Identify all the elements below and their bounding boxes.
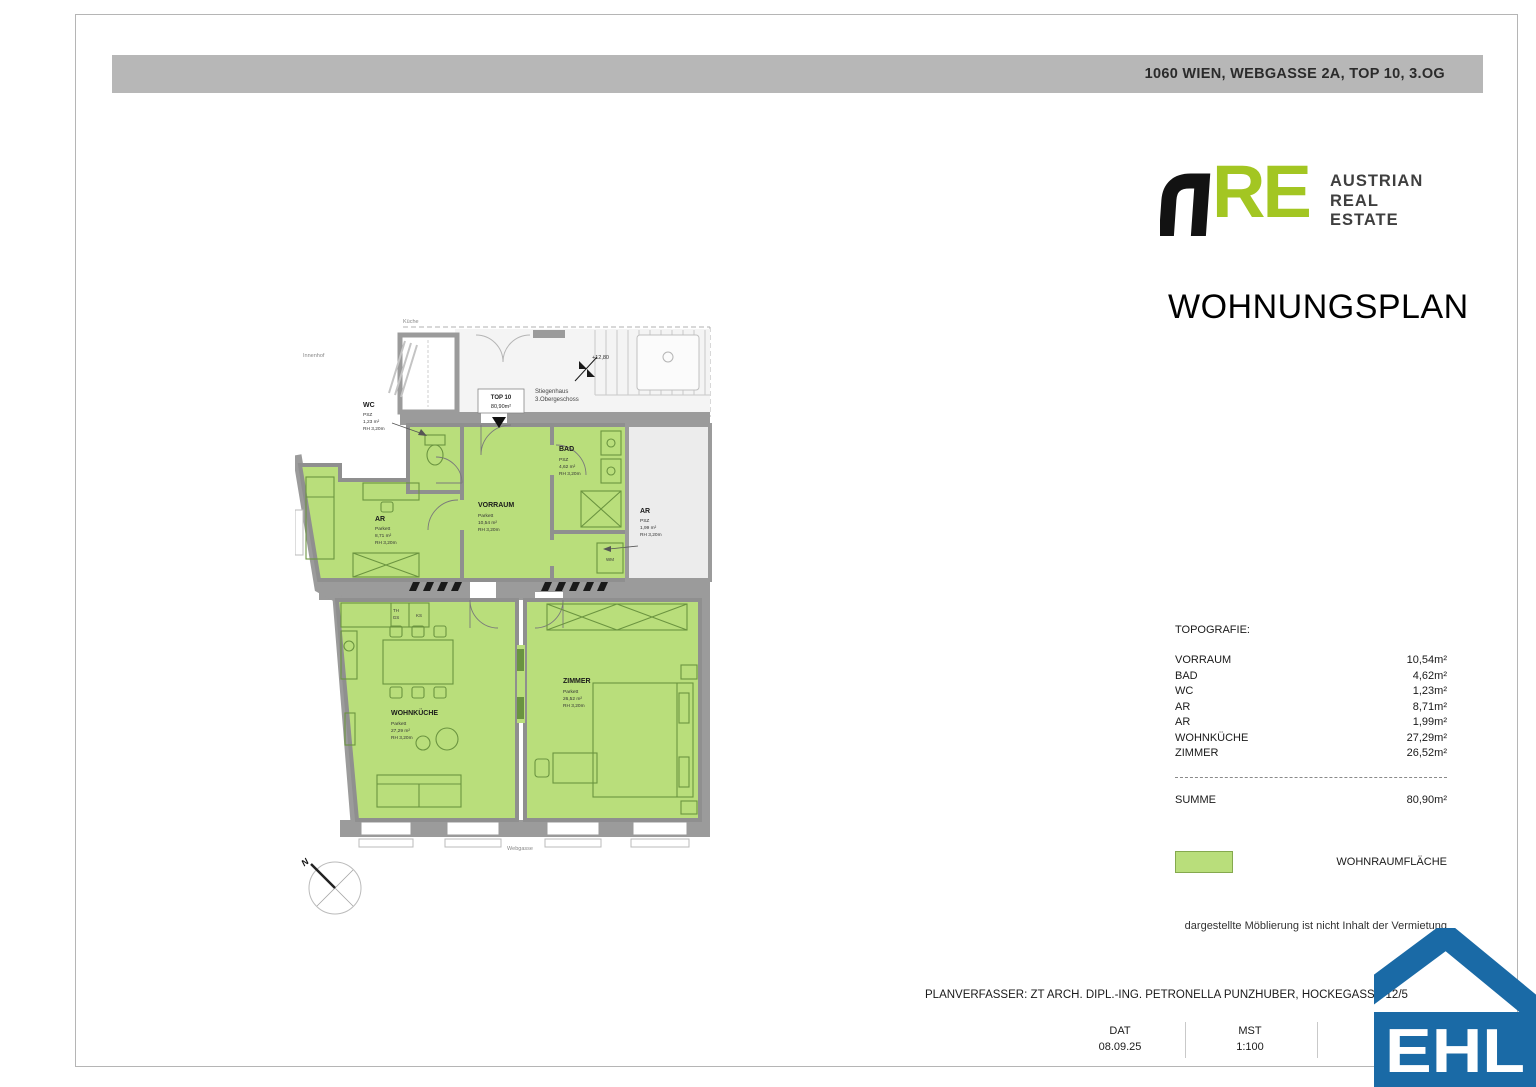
row-value: 1,23m²: [1413, 685, 1447, 701]
vorraum-height: RH 3,20m: [478, 527, 500, 533]
legend-label: WOHNRAUMFLÄCHE: [1336, 856, 1447, 868]
room-bad: [552, 425, 627, 532]
bad-height: RH 3,20m: [559, 471, 581, 477]
mst-value: 1:100: [1190, 1039, 1310, 1055]
row-value: 8,71m²: [1413, 701, 1447, 717]
wc-height: RH 3,20m: [363, 426, 385, 432]
bad-area: 4,62 m²: [559, 464, 576, 470]
table-separator: [1175, 777, 1447, 778]
ar2-floor: PSZ: [640, 518, 649, 524]
row-label: VORRAUM: [1175, 654, 1231, 670]
zimmer-area: 26,52 m²: [563, 696, 582, 702]
webgasse-label: Webgasse: [507, 846, 533, 852]
zimmer-name: ZIMMER: [563, 678, 591, 685]
row-value: 4,62m²: [1413, 670, 1447, 686]
bad-floor: PSZ: [559, 457, 568, 463]
summe-label: SUMME: [1175, 794, 1216, 806]
are-word-estate: ESTATE: [1330, 211, 1423, 231]
row-value: 10,54m²: [1407, 654, 1447, 670]
table-row: AR 8,71m²: [1175, 701, 1447, 717]
ehl-roof-icon: [1374, 936, 1536, 1020]
header-address-bar: 1060 WIEN, WEBGASSE 2A, TOP 10, 3.OG: [112, 55, 1483, 93]
row-label: WC: [1175, 685, 1193, 701]
th-label: TH: [393, 608, 399, 613]
footer-divider: [1185, 1022, 1186, 1058]
footer-col-mst: MST 1:100: [1190, 1023, 1310, 1055]
elevation-value: +12,80: [592, 355, 609, 361]
ar1-floor: Parkett: [375, 526, 391, 532]
top10-line1: TOP 10: [491, 395, 512, 401]
row-label: AR: [1175, 716, 1190, 732]
vorraum-floor: Parkett: [478, 513, 494, 519]
row-label: WOHNKÜCHE: [1175, 732, 1248, 748]
obergeschoss-label: 3.Obergeschoss: [535, 397, 579, 403]
legend: WOHNRAUMFLÄCHE: [1175, 851, 1447, 875]
ar2-name: AR: [640, 508, 650, 515]
summe-row: SUMME 80,90m²: [1175, 794, 1447, 806]
are-arch-icon: [1160, 170, 1214, 236]
mst-label: MST: [1190, 1023, 1310, 1039]
row-value: 26,52m²: [1407, 747, 1447, 763]
topografie-heading: TOPOGRAFIE:: [1175, 624, 1447, 636]
dat-label: DAT: [1060, 1023, 1180, 1039]
ar2-area: 1,99 m²: [640, 525, 657, 531]
vorraum-name: VORRAUM: [478, 502, 514, 509]
bad-name: BAD: [559, 446, 574, 453]
ar1-name: AR: [375, 516, 385, 523]
zimmer-floor: Parkett: [563, 689, 579, 695]
are-logo: RE AUSTRIAN REAL ESTATE: [1160, 166, 1460, 246]
are-word-austrian: AUSTRIAN: [1330, 172, 1423, 192]
row-label: ZIMMER: [1175, 747, 1218, 763]
row-label: AR: [1175, 701, 1190, 717]
table-row: AR 1,99m²: [1175, 716, 1447, 732]
gs-label: GS: [393, 615, 400, 620]
ar2-height: RH 3,20m: [640, 532, 662, 538]
page-title: WOHNUNGSPLAN: [1168, 288, 1469, 327]
wohnkueche-height: RH 3,20m: [391, 735, 413, 741]
wohnraum-swatch: [1175, 851, 1233, 873]
wc-area: 1,23 m²: [363, 419, 380, 425]
table-row: VORRAUM 10,54m²: [1175, 654, 1447, 670]
ehl-text: EHL: [1385, 1017, 1525, 1086]
wohnkueche-name: WOHNKÜCHE: [391, 708, 438, 717]
neighbor-room-top: [389, 335, 457, 412]
footer-divider: [1317, 1022, 1318, 1058]
table-row: WC 1,23m²: [1175, 685, 1447, 701]
floorplan-drawing: Küche Innenhof Webgasse Stiegenhaus 3.Ob…: [295, 305, 725, 925]
top10-line2: 80,90m²: [491, 404, 511, 410]
row-label: BAD: [1175, 670, 1198, 686]
table-row: ZIMMER 26,52m²: [1175, 747, 1447, 763]
dat-value: 08.09.25: [1060, 1039, 1180, 1055]
summe-value: 80,90m²: [1407, 794, 1447, 806]
are-wordmark: AUSTRIAN REAL ESTATE: [1330, 172, 1423, 231]
row-value: 27,29m²: [1407, 732, 1447, 748]
are-word-real: REAL: [1330, 192, 1423, 212]
row-value: 1,99m²: [1413, 716, 1447, 732]
wm-label: WM: [606, 557, 614, 562]
compass-icon: N: [299, 856, 361, 914]
room-zimmer: [525, 600, 700, 820]
vorraum-area: 10,54 m²: [478, 520, 497, 526]
topografie-table: TOPOGRAFIE: VORRAUM 10,54m² BAD 4,62m² W…: [1175, 624, 1447, 806]
stiegenhaus-label: Stiegenhaus: [535, 389, 568, 395]
table-row: BAD 4,62m²: [1175, 670, 1447, 686]
zimmer-height: RH 3,20m: [563, 703, 585, 709]
are-re-text: RE: [1212, 152, 1309, 232]
kueche-label: Küche: [403, 319, 419, 325]
wc-floor: PSZ: [363, 412, 372, 418]
ar1-area: 8,71 m²: [375, 533, 392, 539]
footer-col-dat: DAT 08.09.25: [1060, 1023, 1180, 1055]
wohnkueche-area: 27,29 m²: [391, 728, 410, 734]
north-label: N: [299, 856, 311, 868]
wc-name: WC: [363, 402, 375, 409]
innenhof-label: Innenhof: [303, 353, 325, 359]
ar1-height: RH 3,20m: [375, 540, 397, 546]
ks-label: KS: [416, 613, 422, 618]
header-address: 1060 WIEN, WEBGASSE 2A, TOP 10, 3.OG: [1145, 66, 1445, 82]
wohnkueche-floor: Parkett: [391, 721, 407, 727]
ehl-logo: EHL: [1374, 928, 1536, 1087]
table-row: WOHNKÜCHE 27,29m²: [1175, 732, 1447, 748]
